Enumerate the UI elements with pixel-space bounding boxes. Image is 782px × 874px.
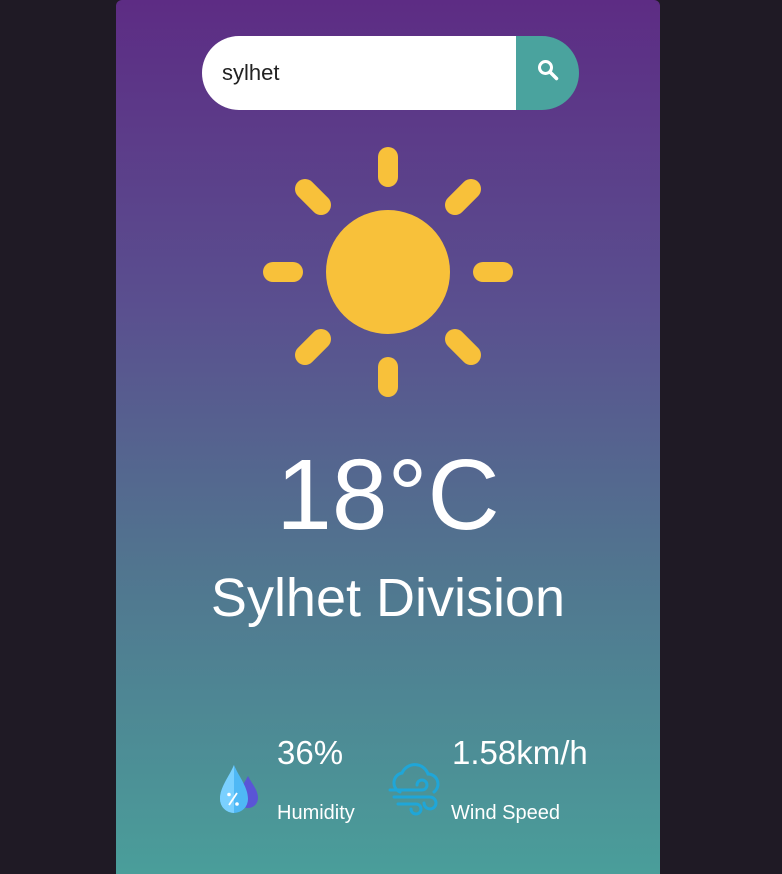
weather-card: 18°C Sylhet Division 36% Humidity 1.58km… <box>116 0 660 874</box>
search-input[interactable] <box>202 36 516 110</box>
search-icon <box>538 60 559 81</box>
city-name: Sylhet Division <box>210 568 566 628</box>
humidity-icon <box>220 765 258 813</box>
wind-icon <box>388 763 440 816</box>
humidity-label: Humidity <box>277 802 355 824</box>
wind-speed-label: Wind Speed <box>451 802 560 824</box>
search-bar <box>202 36 579 110</box>
temperature: 18°C <box>276 439 500 551</box>
search-button[interactable] <box>516 36 579 110</box>
sun-icon <box>263 147 513 397</box>
wind-speed-value: 1.58km/h <box>452 734 588 771</box>
humidity-value: 36% <box>277 734 344 771</box>
